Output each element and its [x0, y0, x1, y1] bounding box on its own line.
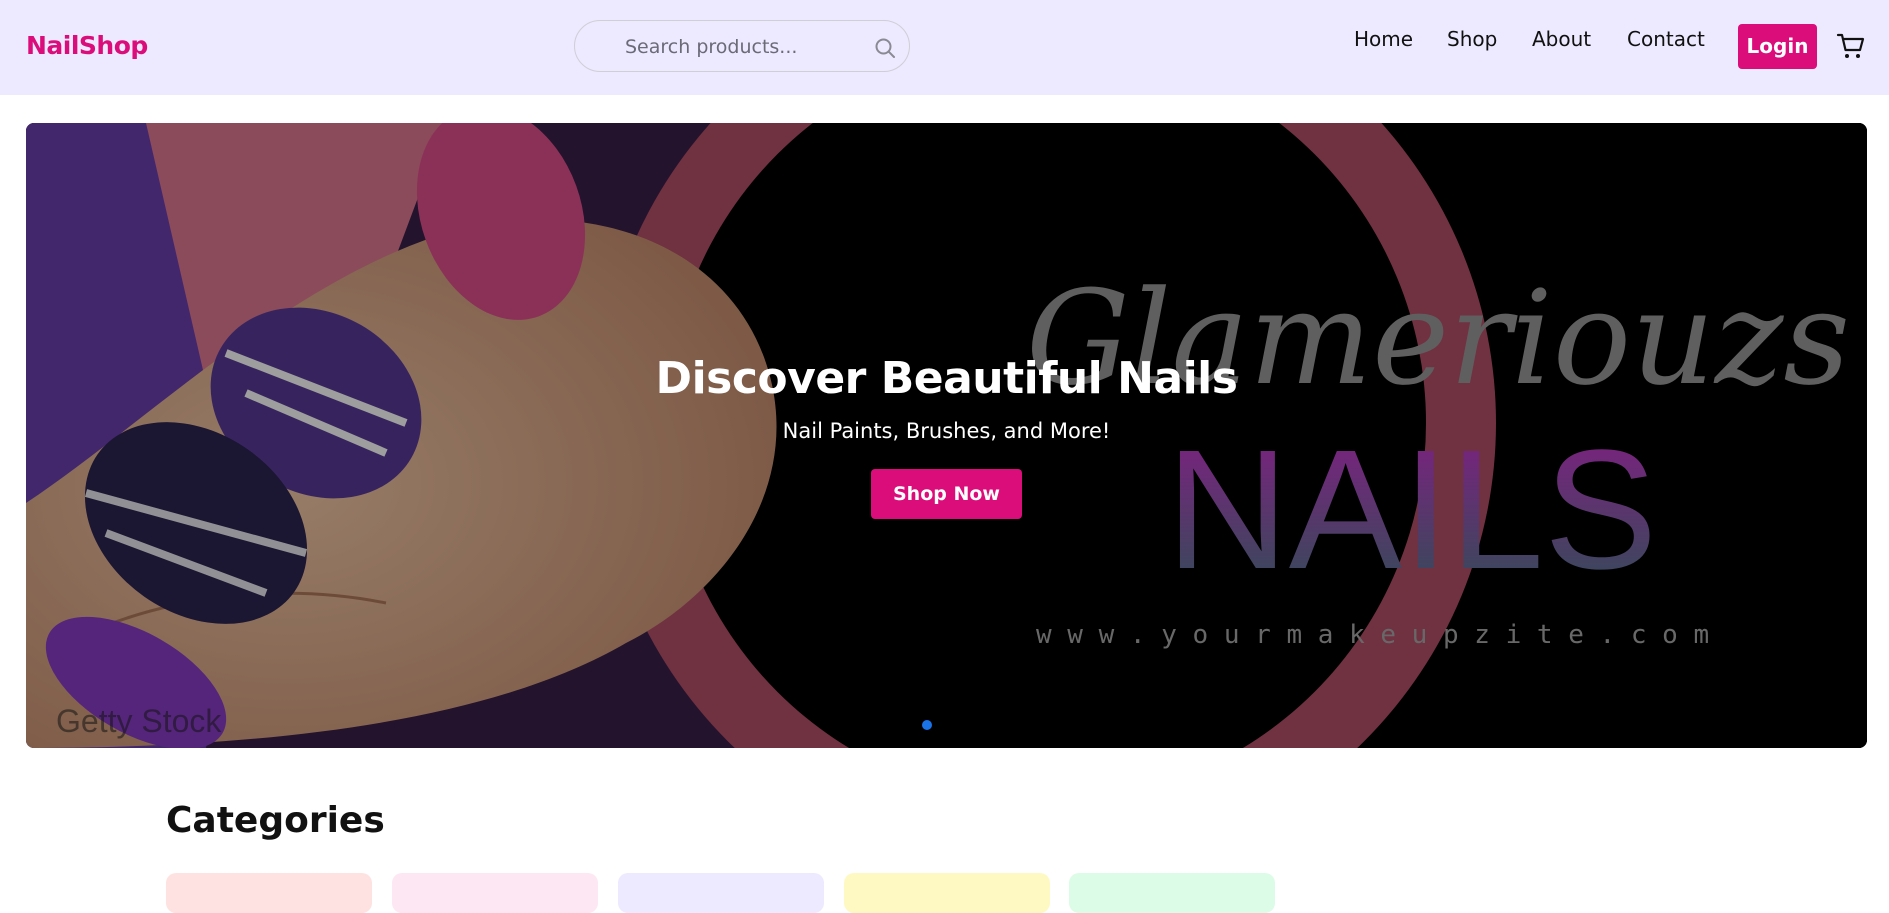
- hero-carousel[interactable]: Glameriouzs NAILS w w w . y o u r m a k …: [26, 123, 1867, 748]
- brand-logo[interactable]: NailShop: [26, 31, 148, 60]
- nav-link-home[interactable]: Home: [1354, 27, 1413, 51]
- search-box[interactable]: [574, 20, 910, 72]
- carousel-dot-indicator[interactable]: [922, 720, 932, 730]
- cart-icon[interactable]: [1836, 31, 1866, 61]
- hero-subtitle: Nail Paints, Brushes, and More!: [782, 419, 1111, 443]
- shop-now-button[interactable]: Shop Now: [871, 469, 1022, 519]
- category-card[interactable]: [1069, 873, 1275, 913]
- search-icon[interactable]: [873, 36, 897, 60]
- navbar: NailShop Home Shop About Contact Login: [0, 0, 1889, 95]
- login-button[interactable]: Login: [1738, 24, 1817, 69]
- category-card[interactable]: [166, 873, 372, 913]
- hero-title: Discover Beautiful Nails: [655, 353, 1238, 404]
- nav-link-about[interactable]: About: [1532, 27, 1591, 51]
- category-card[interactable]: [392, 873, 598, 913]
- image-watermark: Getty Stock: [56, 703, 222, 739]
- categories-title: Categories: [166, 800, 385, 841]
- nav-link-shop[interactable]: Shop: [1447, 27, 1497, 51]
- nav-link-contact[interactable]: Contact: [1627, 27, 1705, 51]
- category-card[interactable]: [618, 873, 824, 913]
- search-input[interactable]: [625, 33, 855, 61]
- category-card[interactable]: [844, 873, 1050, 913]
